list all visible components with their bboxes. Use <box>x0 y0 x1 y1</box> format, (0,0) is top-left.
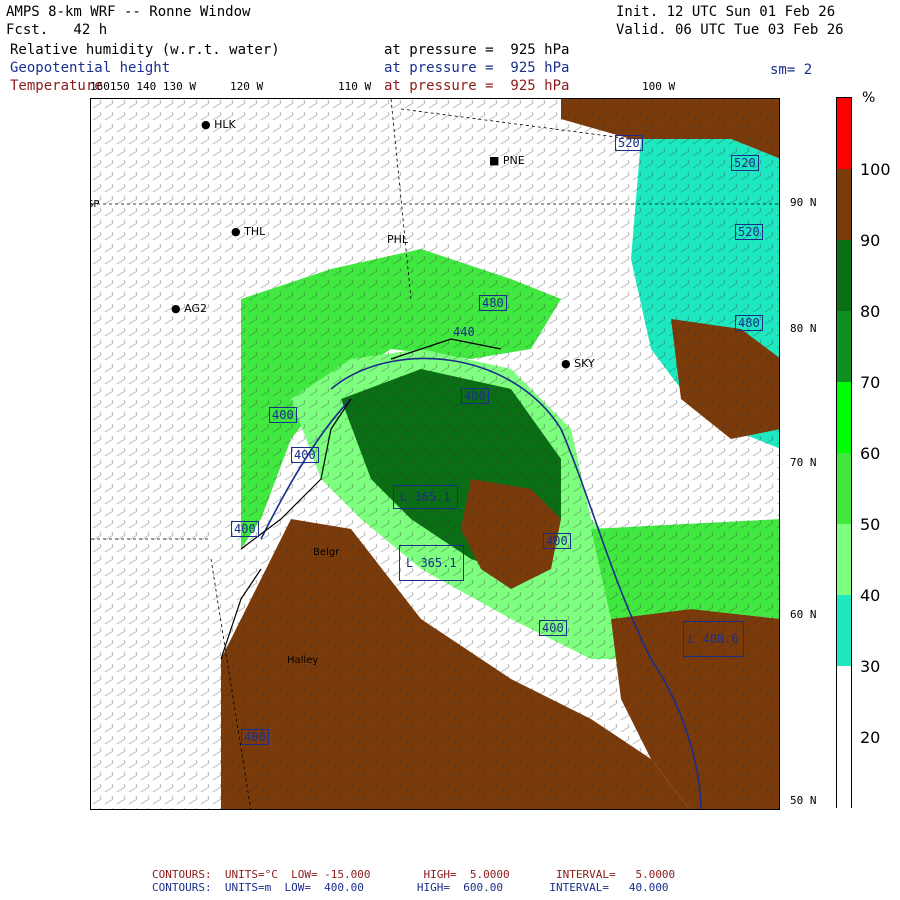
station-label: THL <box>244 225 266 238</box>
color-bar-segment <box>837 666 851 809</box>
height-label-box: 520 <box>731 155 759 171</box>
station-marker: ● HLK <box>201 118 236 131</box>
lon-label: 160150 140 130 W <box>90 80 196 93</box>
color-bar <box>836 97 852 809</box>
color-bar-segment <box>837 595 851 666</box>
color-bar-label: 80 <box>860 302 881 321</box>
lat-label: 50 N <box>790 794 817 807</box>
color-bar-segment <box>837 524 851 595</box>
color-bar-label: 100 <box>860 160 891 179</box>
lat-label: 80 N <box>790 322 817 335</box>
pressure-level-height: at pressure = 925 hPa <box>384 60 570 76</box>
lat-label: 60 N <box>790 608 817 621</box>
footer-temperature-contours: CONTOURS: UNITS=°C LOW= -15.000 HIGH= 5.… <box>152 868 676 881</box>
field-label-height: Geopotential height <box>10 60 171 76</box>
lat-label: 70 N <box>790 456 817 469</box>
color-bar-label: 20 <box>860 728 881 747</box>
station-label: Belgr <box>313 547 340 558</box>
station-label: HLK <box>214 118 236 131</box>
lon-label: 100 W <box>642 80 676 93</box>
station-marker: ● AG2 <box>171 302 207 315</box>
lon-label: 120 W <box>230 80 264 93</box>
station-marker: ● THL <box>231 225 266 238</box>
height-label-box: 400 <box>291 447 319 463</box>
height-label-box: 440 <box>453 325 475 339</box>
height-label-box: 400 <box>543 533 571 549</box>
color-bar-segment <box>837 98 851 169</box>
low-pressure-box: L 400.6 <box>683 621 744 657</box>
height-label-box: 400 <box>241 729 269 745</box>
color-bar-label: 50 <box>860 515 881 534</box>
height-label-box: 400 <box>539 620 567 636</box>
map-title: AMPS 8-km WRF -- Ronne Window <box>6 4 251 20</box>
station-label: PHL <box>387 233 409 246</box>
color-bar-label: 40 <box>860 586 881 605</box>
height-label-box: 400 <box>461 388 489 404</box>
footer-height-contours: CONTOURS: UNITS=m LOW= 400.00 HIGH= 600.… <box>152 881 669 894</box>
color-bar-label: 90 <box>860 231 881 250</box>
station-label: Halley <box>287 655 319 666</box>
color-bar-segment <box>837 240 851 311</box>
smoothing-label: sm= 2 <box>770 62 813 78</box>
field-label-rh: Relative humidity (w.r.t. water) <box>10 42 280 58</box>
init-time: Init. 12 UTC Sun 01 Feb 26 <box>616 4 836 20</box>
station-label: PNE <box>502 154 525 167</box>
color-bar-unit: % <box>862 90 876 106</box>
height-label-box: 400 <box>269 407 297 423</box>
low-pressure-box: L 365.1 <box>393 485 458 509</box>
station-marker: ■ PNE <box>489 154 525 167</box>
height-label-box: 480 <box>479 295 507 311</box>
pole-label: SP <box>91 199 100 210</box>
height-label-box: 520 <box>735 224 763 240</box>
weather-map: ● HLK ■ PNE ● THL PHL ● AG2 ● SKY Belgr … <box>90 98 780 810</box>
station-label: SKY <box>574 357 595 370</box>
map-canvas <box>91 99 779 809</box>
color-bar-label: 60 <box>860 444 881 463</box>
height-label-box: 480 <box>735 315 763 331</box>
pressure-level-rh: at pressure = 925 hPa <box>384 42 570 58</box>
pressure-level-temperature: at pressure = 925 hPa <box>384 78 570 94</box>
station-marker: ● SKY <box>561 357 595 370</box>
color-bar-label: 30 <box>860 657 881 676</box>
lon-label: 110 W <box>338 80 372 93</box>
valid-time: Valid. 06 UTC Tue 03 Feb 26 <box>616 22 844 38</box>
forecast-hour: Fcst. 42 h <box>6 22 108 38</box>
color-bar-segment <box>837 453 851 524</box>
field-label-temperature: Temperature <box>10 78 103 94</box>
height-label-box: 400 <box>231 521 259 537</box>
color-bar-label: 70 <box>860 373 881 392</box>
station-label: AG2 <box>184 302 207 315</box>
color-bar-segment <box>837 382 851 453</box>
color-bar-segment <box>837 169 851 240</box>
low-pressure-box: L 365.1 <box>399 545 464 581</box>
height-label-box: 520 <box>615 135 643 151</box>
lat-label: 90 N <box>790 196 817 209</box>
color-bar-segment <box>837 311 851 382</box>
